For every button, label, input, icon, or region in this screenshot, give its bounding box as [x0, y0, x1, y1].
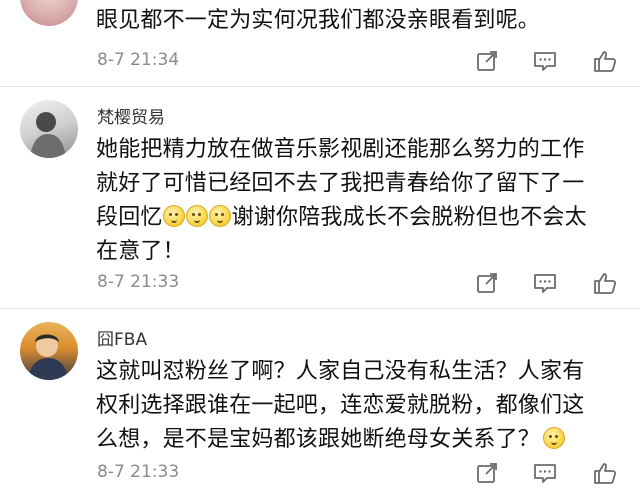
avatar[interactable] [20, 0, 78, 26]
share-icon[interactable] [472, 268, 502, 298]
thumbs-up-icon[interactable] [590, 46, 620, 76]
comment-text: 眼见都不一定为实何况我们都没亲眼看到呢。 [96, 8, 541, 33]
comment-time: 8-7 21:33 [97, 272, 180, 292]
thumbs-up-icon[interactable] [590, 458, 620, 488]
comment-meta: 8-7 21:33 [0, 268, 640, 298]
emoji-icon [208, 205, 231, 227]
emoji-icon [162, 205, 185, 227]
comment-time: 8-7 21:34 [97, 50, 180, 70]
comment-text: 她能把精力放在做音乐影视剧还能那么努力的工作 就好了可惜已经回不去了我把青春给你… [96, 137, 587, 264]
comment-meta: 8-7 21:33 [0, 458, 640, 488]
avatar[interactable] [20, 322, 78, 380]
share-icon[interactable] [472, 46, 502, 76]
thumbs-up-icon[interactable] [590, 268, 620, 298]
avatar[interactable] [20, 100, 78, 158]
emoji-icon [543, 427, 566, 449]
divider [0, 86, 640, 87]
comment-icon[interactable] [530, 46, 560, 76]
comment-icon[interactable] [530, 458, 560, 488]
comment-meta: 8-7 21:34 [0, 46, 640, 76]
username[interactable]: 囧FBA [97, 325, 147, 350]
divider [0, 308, 640, 309]
comment-text: 这就叫怼粉丝了啊？人家自己没有私生活？人家有 权利选择跟谁在一起吧，连恋爱就脱粉… [96, 359, 585, 452]
username[interactable]: 梵樱贸易 [97, 103, 165, 128]
comment-icon[interactable] [530, 268, 560, 298]
comment-time: 8-7 21:33 [97, 462, 180, 482]
share-icon[interactable] [472, 458, 502, 488]
emoji-icon [185, 205, 208, 227]
